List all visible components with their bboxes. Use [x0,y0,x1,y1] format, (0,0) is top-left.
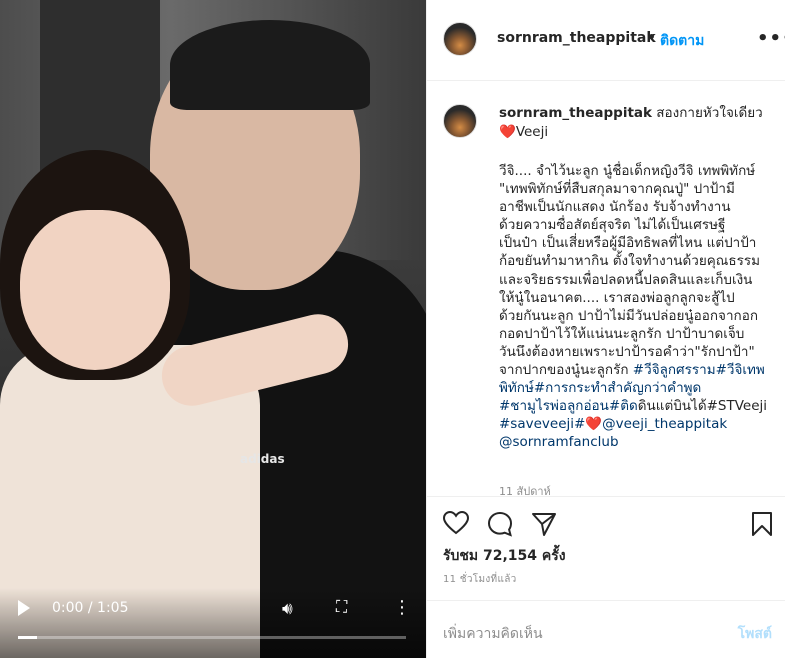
comment-icon[interactable] [487,511,513,537]
more-options-icon[interactable]: ⋮ [393,597,411,618]
hashtag-link[interactable]: #ชามูไรพ่อลูกอ่อน [499,398,609,414]
follow-button[interactable]: ติดตาม [660,30,704,52]
volume-icon[interactable]: 🔊︎ [282,599,293,619]
comment-input[interactable]: เพิ่มความคิดเห็น [443,623,543,645]
hashtag-link[interactable]: #วีจิลูกศรราม [633,362,716,378]
play-icon[interactable] [18,600,30,616]
hashtag-link[interactable]: #การกระทำสำคัญกว่าคำพูด [534,380,701,396]
caption-headline-text: สองกายหัวใจเดียว [656,105,763,121]
caption-body: วีจิ.... จำไว้นะลูก นู๋ชื่อเด็กหญิงวีจิ … [499,162,781,452]
post-comment-button[interactable]: โพสต์ [738,623,772,645]
hashtag-link-cont[interactable]: พิทักษ์ [499,380,534,396]
shirt-logo: adidas [240,452,285,466]
bookmark-icon[interactable] [751,511,773,537]
post-header: sornram_theappitak • ติดตาม ••• [427,0,785,81]
post-panel: sornram_theappitak • ติดตาม ••• sornram_… [426,0,785,658]
comment-section: เพิ่มความคิดเห็น โพสต์ [427,600,785,659]
like-heart-icon[interactable] [443,511,469,535]
heart-emoji: ❤️ [499,124,516,140]
caption-line14-mid: ดินแต่บินได้#STVeeji [637,398,768,415]
video-progress-fill [18,636,38,639]
caption-avatar[interactable] [443,104,477,138]
video-progress-track[interactable] [18,636,406,639]
hashtag-link[interactable]: #saveveeji [499,416,574,432]
mention-link[interactable]: @sornramfanclub [499,434,619,450]
more-options-icon[interactable]: ••• [757,28,785,49]
posted-time[interactable]: 11 ชั่วโมงที่แล้ว [443,572,517,587]
heart-emoji: ❤️ [585,416,603,433]
hashtag-link[interactable]: #วีจิเทพ [716,362,765,378]
view-count[interactable]: รับชม 72,154 ครั้ง [443,545,566,567]
avatar[interactable] [443,22,477,56]
video-time: 0:00 / 1:05 [52,600,129,616]
caption-line12-prefix: จากปากของนู๋นะลูกรัก [499,362,633,379]
caption-headline-tail: Veeji [515,124,549,140]
caption-body-text: วีจิ.... จำไว้นะลูก นู๋ชื่อเด็กหญิงวีจิ … [499,163,760,360]
hashtag-prefix[interactable]: # [574,416,585,432]
man-hair [170,20,370,110]
mention-link[interactable]: @veeji_theappitak [602,416,727,432]
hashtag-link[interactable]: #ติด [609,398,638,414]
header-username[interactable]: sornram_theappitak [497,30,656,46]
video-player[interactable]: adidas 0:00 / 1:05 🔊︎ ⛶ ⋮ [0,0,426,658]
fullscreen-icon[interactable]: ⛶ [336,597,347,617]
header-separator: • [647,30,656,46]
caption-headline: sornram_theappitak สองกายหัวใจเดียว ❤️Ve… [499,104,779,142]
caption-username[interactable]: sornram_theappitak [499,105,652,121]
girl-face [20,210,170,370]
share-icon[interactable] [531,511,557,537]
video-controls: 0:00 / 1:05 🔊︎ ⛶ ⋮ [0,588,426,658]
